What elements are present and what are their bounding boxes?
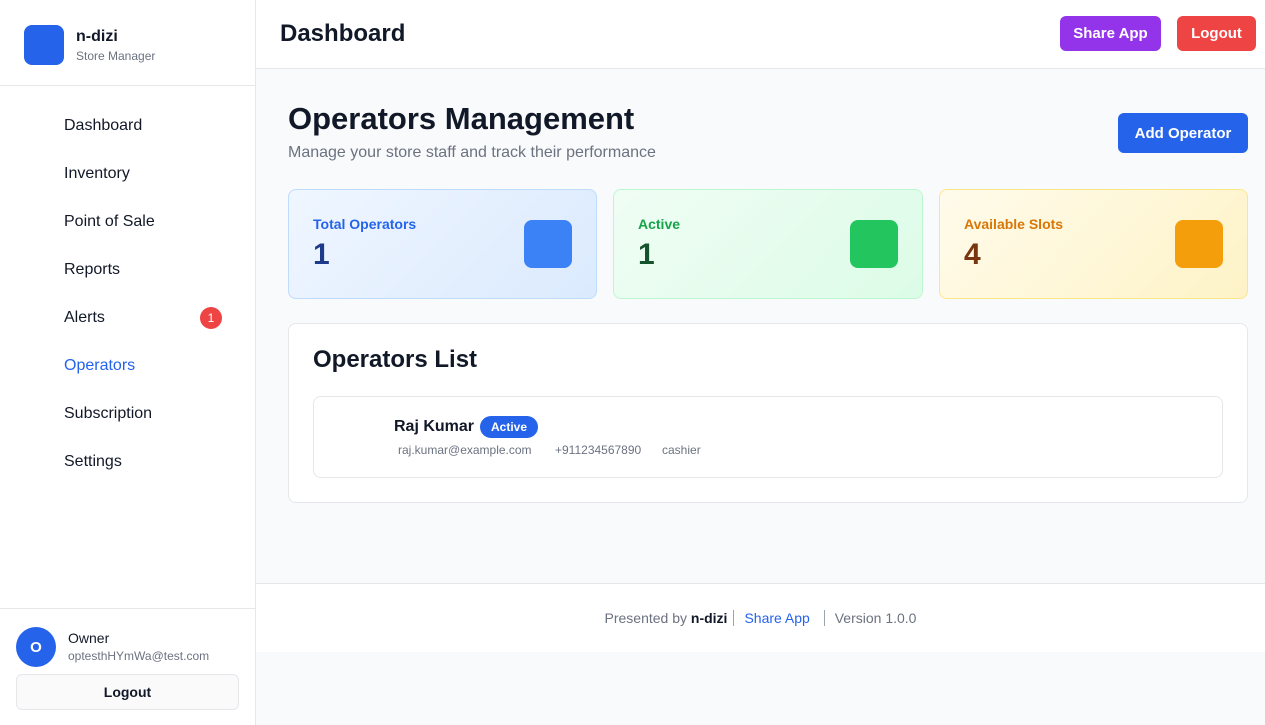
stat-card-total-operators: Total Operators 1 [288, 189, 597, 299]
sidebar-nav: Dashboard Inventory Point of Sale Report… [0, 102, 255, 486]
slots-icon [1175, 220, 1223, 268]
sidebar-item-label: Settings [64, 453, 122, 470]
sidebar-item-label: Reports [64, 261, 121, 278]
operators-list-card: Operators List Raj Kumar Active raj.kuma… [288, 323, 1248, 503]
sidebar-item-point-of-sale[interactable]: Point of Sale [0, 198, 255, 246]
page-subtitle: Manage your store staff and track their … [288, 144, 656, 161]
operator-role: cashier [662, 443, 701, 457]
sidebar-item-inventory[interactable]: Inventory [0, 150, 255, 198]
stat-value: 1 [313, 238, 330, 271]
footer-share-app-link[interactable]: Share App [744, 610, 809, 626]
logout-button[interactable]: Logout [1177, 16, 1256, 51]
brand-name: n-dizi [76, 28, 118, 45]
stat-label: Active [638, 216, 681, 232]
header-title: Dashboard [280, 20, 406, 47]
brand-header: n-dizi Store Manager [0, 0, 255, 86]
sidebar-item-label: Inventory [64, 165, 130, 182]
operator-email: raj.kumar@example.com [398, 443, 532, 457]
footer-version: Version 1.0.0 [834, 610, 917, 626]
sidebar-item-label: Operators [64, 357, 136, 374]
stat-value: 1 [638, 238, 655, 271]
active-icon [850, 220, 898, 268]
footer-divider [733, 610, 735, 626]
footer: Presented by n-dizi Share App Version 1.0… [256, 583, 1265, 652]
footer-line: Presented by n-dizi Share App Version 1.0… [256, 610, 1265, 626]
sidebar-item-label: Dashboard [64, 117, 143, 134]
sidebar-item-subscription[interactable]: Subscription [0, 390, 255, 438]
page-title: Operators Management [288, 101, 635, 136]
user-name: Owner [68, 630, 110, 646]
sidebar: n-dizi Store Manager Dashboard Inventory… [0, 0, 256, 725]
top-bar: Dashboard Share App Logout [256, 0, 1265, 69]
operators-list-title: Operators List [313, 346, 478, 373]
sidebar-logout-button[interactable]: Logout [16, 674, 239, 710]
main-content: Operators Management Manage your store s… [256, 69, 1265, 583]
footer-divider [823, 610, 825, 626]
stat-label: Total Operators [313, 216, 417, 232]
user-profile: O Owner optesthHYmWa@test.com Logout [0, 608, 255, 725]
sidebar-item-label: Point of Sale [64, 213, 155, 230]
sidebar-item-reports[interactable]: Reports [0, 246, 255, 294]
status-badge: Active [480, 416, 539, 438]
brand-logo [24, 25, 64, 65]
users-icon [524, 220, 572, 268]
footer-brand: n-dizi [690, 610, 728, 626]
sidebar-item-operators[interactable]: Operators [0, 342, 255, 390]
stat-label: Available Slots [964, 216, 1064, 232]
sidebar-item-label: Subscription [64, 405, 153, 422]
add-operator-button[interactable]: Add Operator [1118, 113, 1248, 153]
stat-value: 4 [964, 238, 981, 271]
user-email: optesthHYmWa@test.com [68, 649, 210, 663]
list-item[interactable]: Raj Kumar Active raj.kumar@example.com +… [313, 396, 1223, 478]
sidebar-item-dashboard[interactable]: Dashboard [0, 102, 255, 150]
alerts-count-badge: 1 [200, 307, 222, 329]
brand-subtitle: Store Manager [76, 49, 156, 63]
stat-card-available-slots: Available Slots 4 [939, 189, 1248, 299]
sidebar-item-alerts[interactable]: Alerts 1 [0, 294, 255, 342]
operator-phone: +911234567890 [555, 443, 642, 457]
avatar: O [16, 627, 56, 667]
footer-presented-by: Presented by [604, 610, 688, 626]
stat-card-active: Active 1 [613, 189, 923, 299]
sidebar-item-label: Alerts [64, 309, 105, 326]
share-app-button[interactable]: Share App [1060, 16, 1161, 51]
sidebar-item-settings[interactable]: Settings [0, 438, 255, 486]
operator-name: Raj Kumar [394, 418, 475, 435]
